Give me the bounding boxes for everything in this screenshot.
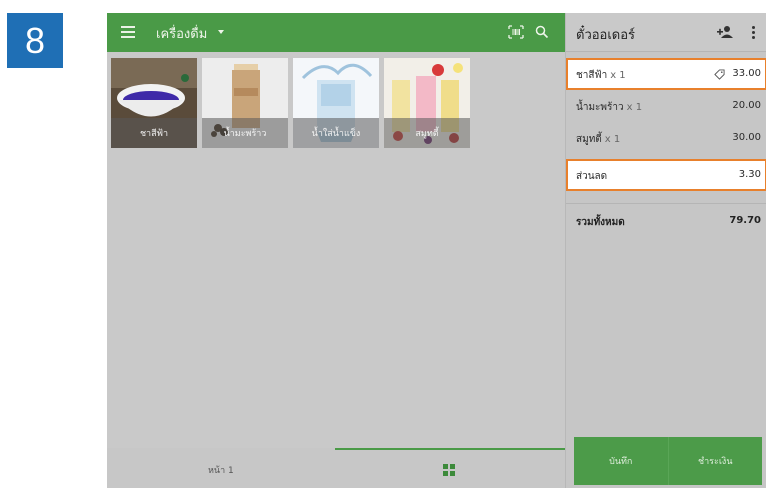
- item-tile[interactable]: ชาสีฟ้า: [111, 58, 197, 148]
- screen: 8 เครื่องดื่ม ชาสีฟ้า น้ำมะพร้าว น้ำใส่น…: [0, 0, 766, 488]
- item-tile[interactable]: สมูทตี้: [384, 58, 470, 148]
- bottom-bar: หน้า 1: [107, 448, 565, 488]
- line-name: น้ำมะพร้าว: [576, 102, 624, 113]
- item-label: น้ำใส่น้ำแข็ง: [293, 118, 379, 148]
- item-label: สมูทตี้: [384, 118, 470, 148]
- total-label: รวมทั้งหมด: [576, 217, 625, 228]
- total-row: รวมทั้งหมด 79.70: [566, 203, 766, 235]
- discount-tag-icon: [714, 69, 725, 80]
- top-bar: เครื่องดื่ม: [107, 13, 565, 52]
- discount-amount: 3.30: [738, 169, 761, 180]
- line-qty: x 1: [610, 70, 626, 81]
- line-qty: x 1: [626, 102, 643, 113]
- line-amount: 30.00: [732, 132, 761, 143]
- line-name-group: สมูทตี้ x 1: [576, 132, 620, 147]
- line-name-group: น้ำมะพร้าว x 1: [576, 100, 642, 115]
- line-amount: 33.00: [732, 68, 761, 79]
- line-amount: 20.00: [732, 100, 761, 111]
- ticket-header: ตั๋วออเดอร์: [566, 13, 766, 52]
- hamburger-icon[interactable]: [121, 26, 135, 38]
- item-grid: ชาสีฟ้า น้ำมะพร้าว น้ำใส่น้ำแข็ง สมูทตี้: [107, 52, 565, 448]
- charge-button[interactable]: ชำระเงิน: [667, 437, 762, 485]
- ticket-title: ตั๋วออเดอร์: [576, 28, 636, 43]
- line-name: ชาสีฟ้า: [576, 70, 608, 81]
- item-tile[interactable]: น้ำใส่น้ำแข็ง: [293, 58, 379, 148]
- line-qty: x 1: [604, 134, 621, 145]
- ticket-line[interactable]: สมูทตี้ x 1 30.00: [566, 122, 766, 154]
- line-name: สมูทตี้: [576, 134, 602, 145]
- add-customer-icon[interactable]: [716, 25, 734, 39]
- action-buttons: บันทึก ชำระเงิน: [574, 437, 762, 485]
- barcode-scan-icon[interactable]: [508, 25, 524, 39]
- save-button[interactable]: บันทึก: [574, 437, 668, 485]
- more-vert-icon[interactable]: [752, 26, 756, 40]
- line-name-group: ชาสีฟ้า x 1: [576, 68, 626, 83]
- item-tile[interactable]: น้ำมะพร้าว: [202, 58, 288, 148]
- item-label: ชาสีฟ้า: [111, 118, 197, 148]
- step-badge: 8: [7, 13, 63, 68]
- grid-tab[interactable]: [335, 448, 565, 488]
- caret-down-icon[interactable]: [218, 30, 224, 34]
- pos-app: เครื่องดื่ม ชาสีฟ้า น้ำมะพร้าว น้ำใส่น้ำ…: [107, 13, 766, 488]
- page-tab[interactable]: หน้า 1: [208, 463, 234, 477]
- item-label: น้ำมะพร้าว: [202, 118, 288, 148]
- grid-icon: [443, 464, 455, 476]
- discount-name: ส่วนลด: [576, 171, 608, 182]
- ticket-line-highlighted[interactable]: ชาสีฟ้า x 1 33.00: [566, 58, 766, 90]
- ticket-line[interactable]: น้ำมะพร้าว x 1 20.00: [566, 90, 766, 122]
- ticket-panel: ตั๋วออเดอร์ ชาสีฟ้า x 1 33.00 น้ำมะพร้าว…: [565, 13, 766, 488]
- discount-line-highlighted[interactable]: ส่วนลด 3.30: [566, 159, 766, 191]
- total-amount: 79.70: [729, 215, 761, 226]
- category-title[interactable]: เครื่องดื่ม: [156, 23, 207, 44]
- search-icon[interactable]: [535, 25, 549, 39]
